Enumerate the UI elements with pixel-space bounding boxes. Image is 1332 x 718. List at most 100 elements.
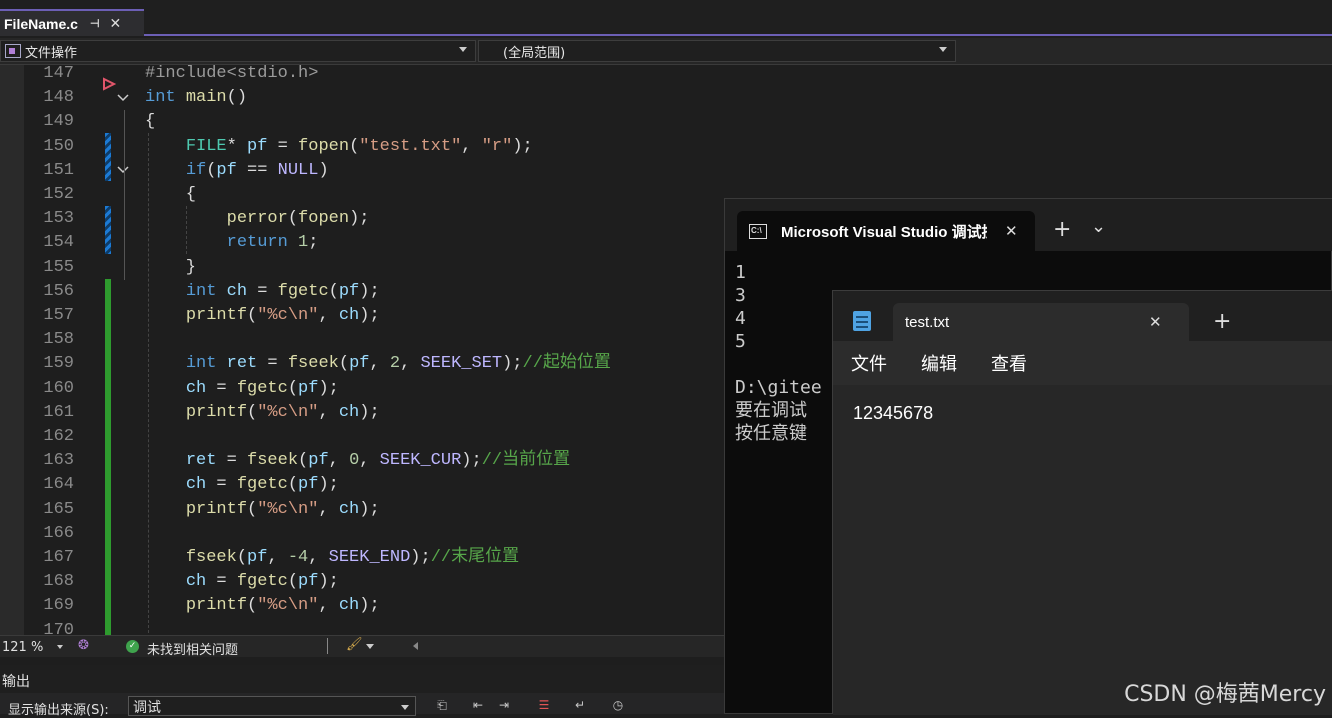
notepad-tab-bar: test.txt ✕ +: [833, 291, 1332, 341]
code-text[interactable]: {: [145, 110, 155, 134]
project-icon: [5, 44, 21, 58]
close-tab-icon[interactable]: ✕: [110, 15, 122, 32]
console-tab[interactable]: C:\ Microsoft Visual Studio 调试控 ✕: [737, 211, 1035, 251]
chevron-down-icon[interactable]: ⌄: [1091, 216, 1106, 237]
code-text[interactable]: ch = fgetc(pf);: [145, 473, 339, 497]
new-tab-icon[interactable]: +: [1213, 309, 1231, 334]
code-text[interactable]: if(pf == NULL): [145, 159, 329, 183]
code-line[interactable]: 150 FILE* pf = fopen("test.txt", "r");: [0, 135, 724, 159]
code-text[interactable]: printf("%c\n", ch);: [145, 498, 380, 522]
next-message-icon[interactable]: ⇥: [496, 697, 512, 713]
notepad-text-area[interactable]: 12345678: [833, 385, 1332, 715]
line-number: 157: [43, 306, 74, 325]
previous-message-icon[interactable]: ⇤: [470, 697, 486, 713]
code-line[interactable]: 160 ch = fgetc(pf);: [0, 377, 724, 401]
code-line[interactable]: 166: [0, 522, 724, 546]
code-line[interactable]: 167 fseek(pf, -4, SEEK_END);//末尾位置: [0, 546, 724, 570]
close-icon[interactable]: ✕: [1005, 222, 1018, 240]
check-circle-icon: ✓: [126, 640, 139, 653]
close-icon[interactable]: ✕: [1149, 313, 1162, 331]
line-number: 151: [43, 160, 74, 180]
code-text[interactable]: printf("%c\n", ch);: [145, 304, 380, 328]
code-line[interactable]: 170: [0, 619, 724, 635]
code-text[interactable]: printf("%c\n", ch);: [145, 401, 380, 425]
code-line[interactable]: 162: [0, 425, 724, 449]
output-title: 输出: [2, 674, 30, 690]
notepad-window[interactable]: test.txt ✕ + 文件 编辑 查看 12345678: [832, 290, 1332, 715]
project-scope-dropdown[interactable]: 文件操作: [0, 40, 476, 62]
code-line[interactable]: 165 printf("%c\n", ch);: [0, 498, 724, 522]
code-editor[interactable]: 147 #include<stdio.h> 148 int main() 149 {150…: [0, 65, 724, 635]
code-line[interactable]: 149 {: [0, 110, 724, 134]
issues-label[interactable]: 未找到相关问题: [147, 639, 238, 658]
chevron-down-icon: [401, 705, 409, 710]
console-tab-title: Microsoft Visual Studio 调试控: [781, 223, 987, 241]
output-source-label: 显示输出来源(S):: [8, 703, 109, 718]
line-number: 167: [43, 548, 74, 567]
line-number: 158: [43, 330, 74, 350]
code-line[interactable]: 148 int main(): [0, 86, 724, 110]
code-line[interactable]: 164 ch = fgetc(pf);: [0, 473, 724, 497]
code-text[interactable]: FILE* pf = fopen("test.txt", "r");: [145, 135, 533, 159]
code-line[interactable]: 157 printf("%c\n", ch);: [0, 304, 724, 328]
code-line[interactable]: 153 perror(fopen);: [0, 207, 724, 231]
code-text[interactable]: ret = fseek(pf, 0, SEEK_CUR);//当前位置: [145, 449, 570, 473]
code-text[interactable]: #include<stdio.h>: [145, 65, 318, 86]
notepad-tab[interactable]: test.txt ✕: [893, 303, 1189, 341]
code-text[interactable]: perror(fopen);: [145, 207, 370, 231]
line-number: 169: [43, 596, 74, 616]
chevron-down-icon: [57, 645, 64, 649]
new-tab-icon[interactable]: +: [1053, 217, 1071, 242]
word-wrap-icon[interactable]: ↵: [572, 697, 588, 713]
code-text[interactable]: int main(): [145, 86, 247, 110]
code-line[interactable]: 147 #include<stdio.h>: [0, 65, 724, 86]
code-line[interactable]: 155 }: [0, 256, 724, 280]
line-number: 152: [43, 185, 74, 204]
clock-icon[interactable]: ◷: [610, 697, 626, 713]
menu-view[interactable]: 查看: [991, 350, 1027, 376]
line-number: 154: [43, 233, 74, 253]
code-line[interactable]: 158: [0, 328, 724, 352]
output-source-dropdown[interactable]: 调试: [128, 696, 416, 716]
code-line[interactable]: 161 printf("%c\n", ch);: [0, 401, 724, 425]
chevron-down-icon[interactable]: [366, 644, 374, 649]
code-text[interactable]: int ch = fgetc(pf);: [145, 280, 380, 304]
code-text[interactable]: int ret = fseek(pf, 2, SEEK_SET);//起始位置: [145, 352, 611, 376]
code-line[interactable]: 156 int ch = fgetc(pf);: [0, 280, 724, 304]
global-scope-label: (全局范围): [503, 45, 566, 61]
pin-icon[interactable]: ⊣: [90, 17, 100, 30]
code-text[interactable]: fseek(pf, -4, SEEK_END);//末尾位置: [145, 546, 519, 570]
console-tab-bar: C:\ Microsoft Visual Studio 调试控 ✕ + ⌄: [725, 199, 1332, 251]
code-line[interactable]: 159 int ret = fseek(pf, 2, SEEK_SET);//起…: [0, 352, 724, 376]
code-line[interactable]: 152 {: [0, 183, 724, 207]
line-number: 162: [43, 427, 74, 446]
brush-icon[interactable]: 🖌: [346, 637, 363, 652]
copilot-icon[interactable]: ❂: [78, 638, 89, 653]
code-text[interactable]: ch = fgetc(pf);: [145, 570, 339, 594]
chevron-down-icon: [459, 47, 467, 52]
code-text[interactable]: ch = fgetc(pf);: [145, 377, 339, 401]
scroll-left-icon[interactable]: [413, 642, 418, 650]
code-text[interactable]: printf("%c\n", ch);: [145, 594, 380, 618]
code-text[interactable]: }: [145, 256, 196, 280]
console-output: 1 3 4 5 D:\gitee 要在调试 按任意键: [735, 262, 822, 444]
code-text[interactable]: {: [145, 183, 196, 207]
code-text[interactable]: return 1;: [145, 231, 319, 255]
code-line[interactable]: 154 return 1;: [0, 231, 724, 255]
find-message-icon[interactable]: ⎗: [434, 697, 450, 713]
menu-file[interactable]: 文件: [851, 350, 887, 376]
clear-all-icon[interactable]: ☰: [536, 697, 552, 713]
global-scope-dropdown[interactable]: (全局范围): [478, 40, 956, 62]
document-tab[interactable]: FileName.c ⊣ ✕: [0, 9, 144, 36]
code-line[interactable]: 168 ch = fgetc(pf);: [0, 570, 724, 594]
project-scope-label: 文件操作: [25, 45, 78, 61]
code-line[interactable]: 163 ret = fseek(pf, 0, SEEK_CUR);//当前位置: [0, 449, 724, 473]
menu-edit[interactable]: 编辑: [921, 350, 957, 376]
line-number: 170: [43, 620, 74, 635]
line-number: 163: [43, 451, 74, 471]
code-line[interactable]: 151 if(pf == NULL): [0, 159, 724, 183]
notepad-content: 12345678: [853, 403, 934, 423]
zoom-dropdown[interactable]: 121 %: [2, 638, 70, 656]
line-number: 155: [43, 257, 74, 277]
code-line[interactable]: 169 printf("%c\n", ch);: [0, 594, 724, 618]
